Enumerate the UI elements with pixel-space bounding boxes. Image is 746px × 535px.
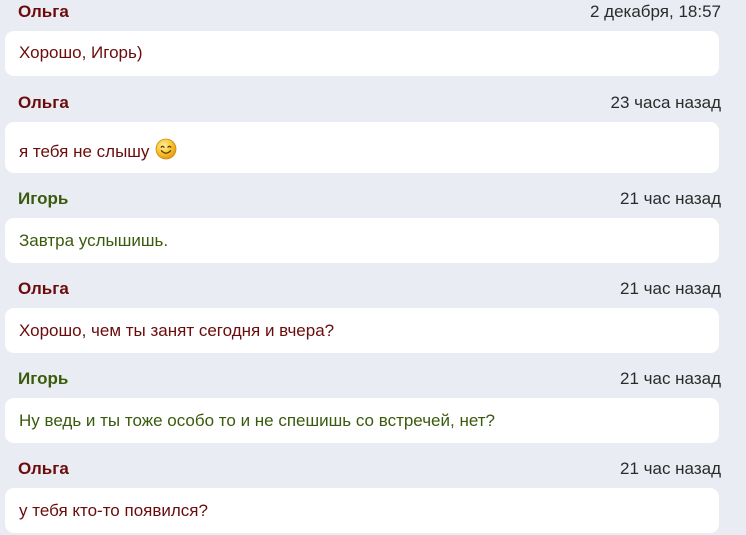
message-timestamp: 21 час назад [620, 369, 721, 388]
message-bubble: Ну ведь и ты тоже особо то и не спешишь … [5, 398, 719, 443]
message-bubble: я тебя не слышу [5, 122, 719, 173]
message-header: Игорь 21 час назад [18, 187, 721, 211]
smiley-face-icon [156, 138, 177, 160]
message-text: у тебя кто-то появился? [19, 501, 208, 520]
message-bubble: Завтра услышишь. [5, 218, 719, 263]
message-text: Ну ведь и ты тоже особо то и не спешишь … [19, 411, 495, 430]
message-bubble: у тебя кто-то появился? [5, 488, 719, 533]
author-name[interactable]: Игорь [18, 188, 68, 210]
message-header: Игорь 21 час назад [18, 367, 721, 391]
message-timestamp: 21 час назад [620, 459, 721, 478]
message-bubble: Хорошо, чем ты занят сегодня и вчера? [5, 308, 719, 353]
author-name[interactable]: Ольга [18, 458, 69, 480]
message-text: я тебя не слышу [19, 138, 177, 163]
message-header: Ольга 21 час назад [18, 277, 721, 301]
message-bubble: Хорошо, Игорь) [5, 31, 719, 76]
message-header: Ольга 23 часа назад [18, 91, 721, 115]
message-timestamp: 23 часа назад [610, 93, 721, 112]
message: Ольга 23 часа назад я тебя не слышу [0, 91, 746, 177]
message-header: Ольга 2 декабря, 18:57 [18, 0, 721, 24]
chat-thread: Ольга 2 декабря, 18:57 Хорошо, Игорь) Ол… [0, 0, 746, 535]
message: Игорь 21 час назад Ну ведь и ты тоже осо… [0, 367, 746, 447]
message-header: Ольга 21 час назад [18, 457, 721, 481]
message-text-content: я тебя не слышу [19, 142, 150, 161]
author-name[interactable]: Ольга [18, 92, 69, 114]
message-text: Хорошо, Игорь) [19, 43, 143, 62]
message-timestamp: 21 час назад [620, 279, 721, 298]
message-timestamp: 21 час назад [620, 189, 721, 208]
message: Игорь 21 час назад Завтра услышишь. [0, 187, 746, 267]
message-text: Завтра услышишь. [19, 231, 169, 250]
message: Ольга 2 декабря, 18:57 Хорошо, Игорь) [0, 0, 746, 80]
author-name[interactable]: Ольга [18, 278, 69, 300]
author-name[interactable]: Игорь [18, 368, 68, 390]
message-timestamp: 2 декабря, 18:57 [589, 2, 721, 21]
message-text: Хорошо, чем ты занят сегодня и вчера? [19, 321, 335, 340]
message: Ольга 21 час назад Хорошо, чем ты занят … [0, 277, 746, 357]
author-name[interactable]: Ольга [18, 1, 69, 23]
message: Ольга 21 час назад у тебя кто-то появилс… [0, 457, 746, 535]
